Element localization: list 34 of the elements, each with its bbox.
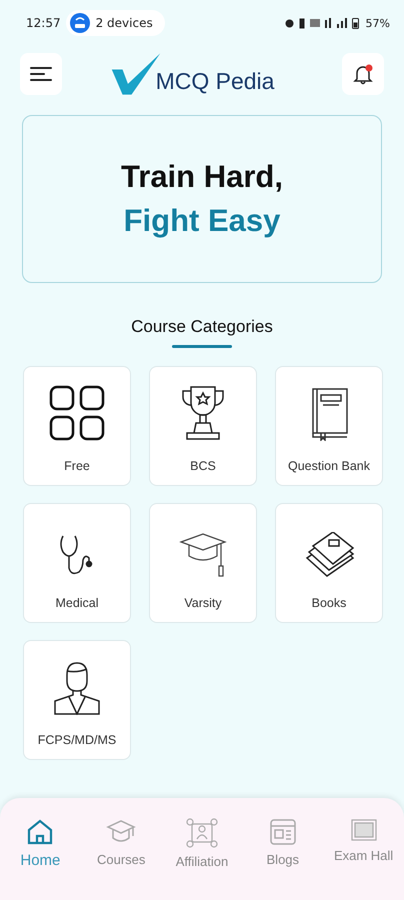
category-card[interactable]: Question Bank [275, 366, 383, 486]
data-speed-icon [310, 19, 320, 27]
category-card[interactable]: Medical [23, 503, 131, 623]
category-card[interactable]: Books [275, 503, 383, 623]
status-time: 12:57 [26, 16, 61, 30]
devices-icon [70, 13, 90, 33]
notification-button[interactable] [342, 53, 384, 95]
grid-icon [49, 385, 105, 441]
graduation-cap-icon [179, 532, 227, 578]
hero-title: Train Hard, [121, 159, 283, 195]
signal-icon [324, 18, 332, 28]
category-card[interactable]: Free [23, 366, 131, 486]
category-card[interactable]: BCS [149, 366, 257, 486]
app-logo-text: MCQ Pedia [156, 68, 274, 95]
trophy-icon [180, 385, 226, 441]
home-icon [26, 818, 54, 846]
menu-button[interactable] [20, 53, 62, 95]
category-card[interactable]: Varsity [149, 503, 257, 623]
category-card[interactable]: FCPS/MD/MS [23, 640, 131, 760]
bell-icon [352, 63, 374, 85]
hero-subtitle: Fight Easy [124, 203, 280, 239]
section-title: Course Categories [130, 317, 274, 337]
whiteboard-icon [350, 818, 378, 842]
devices-chip[interactable]: 2 devices [66, 10, 165, 36]
books-icon [303, 532, 355, 578]
battery-icon [352, 18, 359, 28]
battery-level: 57% [366, 16, 390, 30]
signal-icon [336, 18, 347, 28]
doctor-figure-icon [53, 661, 101, 715]
browser-window-icon [268, 818, 297, 846]
alarm-icon [284, 18, 294, 28]
vibrate-icon [298, 18, 305, 28]
menu-icon [30, 66, 52, 82]
network-people-icon [186, 818, 218, 848]
